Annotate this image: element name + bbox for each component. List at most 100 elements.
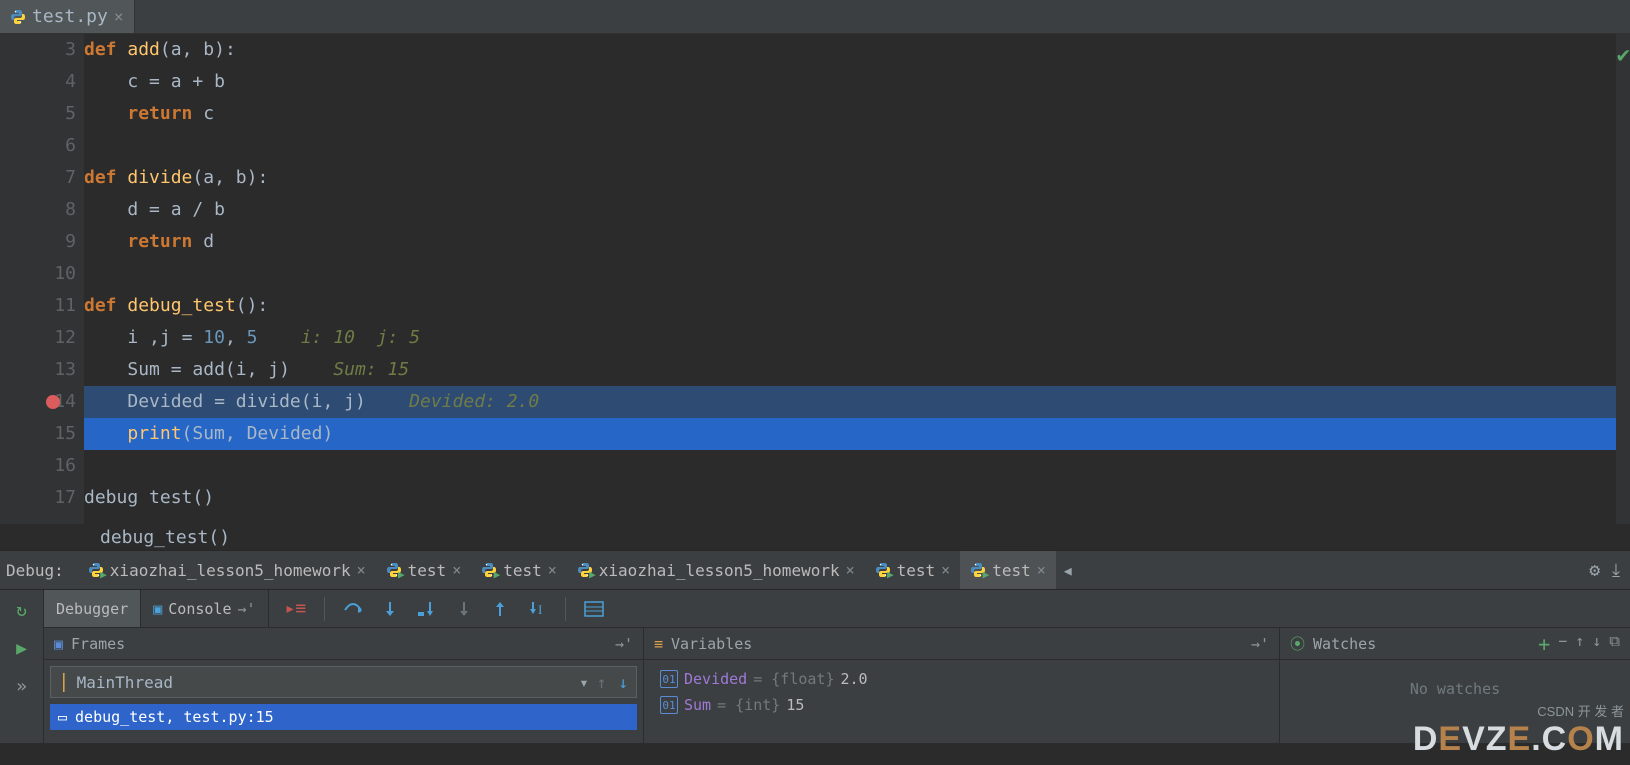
code-line[interactable]: def debug_test():: [84, 290, 1630, 322]
variables-title: Variables: [671, 635, 752, 653]
force-step-into-icon[interactable]: [455, 600, 473, 618]
scroll-left-icon[interactable]: ◂: [1056, 558, 1080, 582]
code-line[interactable]: i ,j = 10, 5 i: 10 j: 5: [84, 322, 1630, 354]
code-line[interactable]: d = a / b: [84, 194, 1630, 226]
python-run-icon: ▶: [970, 562, 986, 578]
step-over-icon[interactable]: [343, 600, 363, 618]
step-into-icon[interactable]: [381, 600, 399, 618]
more-button[interactable]: »: [8, 672, 36, 700]
debug-toolbar: Debugger ▣ Console →' ▸≡ I: [44, 590, 1630, 628]
python-run-icon: ▶: [88, 562, 104, 578]
watches-title: Watches: [1313, 635, 1376, 653]
code-line[interactable]: Devided = divide(i, j) Devided: 2.0: [84, 386, 1630, 418]
code-area[interactable]: def add(a, b): c = a + b return c def div…: [84, 34, 1630, 524]
frames-icon: ▣: [54, 635, 63, 653]
code-editor[interactable]: 34567891011121314151617 def add(a, b): c…: [0, 34, 1630, 524]
code-line[interactable]: [84, 130, 1630, 162]
rerun-button[interactable]: ↻: [8, 596, 36, 624]
variable-row[interactable]: 01 Devided = {float} 2.0: [652, 666, 1271, 692]
settings-icon[interactable]: ⚙: [1589, 560, 1600, 581]
evaluate-expression-icon[interactable]: [584, 601, 604, 617]
variables-icon: ≡: [654, 635, 663, 653]
code-line[interactable]: def add(a, b):: [84, 34, 1630, 66]
thread-selector[interactable]: ⎮ MainThread ▾ ↑ ↓: [50, 666, 637, 698]
close-icon[interactable]: ×: [548, 561, 557, 579]
restore-layout-icon[interactable]: →': [1251, 635, 1269, 653]
exec-line-text: debug_test(): [100, 527, 230, 548]
debug-session-tab[interactable]: ▶ test ×: [960, 551, 1056, 589]
variable-row[interactable]: 01 Sum = {int} 15: [652, 692, 1271, 718]
run-to-cursor-icon[interactable]: I: [527, 600, 547, 618]
console-subtab[interactable]: ▣ Console →': [141, 590, 268, 627]
no-watches-text: No watches: [1280, 660, 1630, 698]
console-subtab-label: Console: [168, 600, 231, 618]
dropdown-icon[interactable]: ▾: [579, 673, 589, 692]
debug-tab-label: test: [992, 561, 1031, 580]
close-icon[interactable]: ×: [114, 7, 124, 26]
python-file-icon: [10, 9, 26, 25]
code-line[interactable]: [84, 258, 1630, 290]
inspection-ok-icon[interactable]: ✔: [1617, 40, 1630, 72]
breakpoint-icon[interactable]: [46, 395, 60, 409]
debug-tab-label: test: [408, 561, 447, 580]
debugger-subtab-label: Debugger: [56, 600, 128, 618]
line-number-gutter[interactable]: 34567891011121314151617: [0, 34, 84, 524]
python-run-icon: ▶: [386, 562, 402, 578]
debug-session-tab[interactable]: ▶test×: [471, 551, 567, 589]
var-type-badge: 01: [660, 696, 678, 714]
debug-tab-label: xiaozhai_lesson5_homework: [110, 561, 351, 580]
code-line[interactable]: Sum = add(i, j) Sum: 15: [84, 354, 1630, 386]
debugger-subtab[interactable]: Debugger: [44, 590, 141, 627]
variables-panel: ≡ Variables →' 01 Devided = {float} 2.00…: [644, 628, 1280, 743]
code-line[interactable]: return c: [84, 98, 1630, 130]
step-out-icon[interactable]: [491, 600, 509, 618]
hide-icon[interactable]: ⤓: [1612, 560, 1620, 581]
file-tab[interactable]: test.py ×: [0, 0, 135, 33]
var-type-badge: 01: [660, 670, 678, 688]
resume-button[interactable]: ▶: [8, 634, 36, 662]
file-tab-bar: test.py ×: [0, 0, 1630, 34]
var-value: 2.0: [841, 670, 868, 688]
frame-down-icon[interactable]: ↓: [618, 673, 628, 692]
watches-panel: ⦿ Watches + − ↑ ↓ ⧉ No watches: [1280, 628, 1630, 743]
debug-label: Debug:: [0, 561, 78, 580]
frame-up-icon[interactable]: ↑: [597, 673, 607, 692]
debug-tab-label: test: [503, 561, 542, 580]
code-line[interactable]: def divide(a, b):: [84, 162, 1630, 194]
debug-session-tab[interactable]: ▶xiaozhai_lesson5_homework×: [567, 551, 865, 589]
close-icon[interactable]: ×: [357, 561, 366, 579]
show-execution-point-icon[interactable]: ▸≡: [285, 598, 307, 619]
watch-up-icon[interactable]: ↑: [1575, 632, 1584, 656]
code-line[interactable]: print(Sum, Devided): [84, 418, 1630, 450]
python-run-icon: ▶: [875, 562, 891, 578]
close-icon[interactable]: ×: [452, 561, 461, 579]
debug-exec-preview: debug_test(): [0, 524, 1630, 550]
debug-session-tab[interactable]: ▶ test ×: [376, 551, 472, 589]
console-icon: ▣: [153, 600, 162, 618]
stack-frame-row[interactable]: ▭ debug_test, test.py:15: [50, 704, 637, 730]
frames-title: Frames: [71, 635, 125, 653]
thread-icon: ⎮: [59, 673, 69, 692]
code-line[interactable]: debug test(): [84, 482, 1630, 514]
var-type: = {int}: [717, 696, 780, 714]
step-into-my-code-icon[interactable]: [417, 600, 437, 618]
duplicate-watch-icon[interactable]: ⧉: [1609, 632, 1620, 656]
debug-session-tab[interactable]: ▶ xiaozhai_lesson5_homework ×: [78, 551, 376, 589]
python-run-icon: ▶: [577, 562, 593, 578]
debug-session-tab[interactable]: ▶ test ×: [865, 551, 961, 589]
debug-tool-window-header: Debug: ▶xiaozhai_lesson5_homework×▶test×…: [0, 550, 1630, 590]
var-name: Devided: [684, 670, 747, 688]
close-icon[interactable]: ×: [846, 561, 855, 579]
code-line[interactable]: [84, 450, 1630, 482]
add-watch-icon[interactable]: +: [1538, 632, 1550, 656]
scrollbar-track[interactable]: [1616, 34, 1630, 524]
watch-down-icon[interactable]: ↓: [1592, 632, 1601, 656]
close-icon[interactable]: ×: [941, 561, 950, 579]
thread-selected-label: MainThread: [77, 673, 173, 692]
code-line[interactable]: return d: [84, 226, 1630, 258]
close-icon[interactable]: ×: [1037, 561, 1046, 579]
remove-watch-icon[interactable]: −: [1558, 632, 1567, 656]
debug-tab-label: test: [897, 561, 936, 580]
restore-layout-icon[interactable]: →': [615, 635, 633, 653]
code-line[interactable]: c = a + b: [84, 66, 1630, 98]
